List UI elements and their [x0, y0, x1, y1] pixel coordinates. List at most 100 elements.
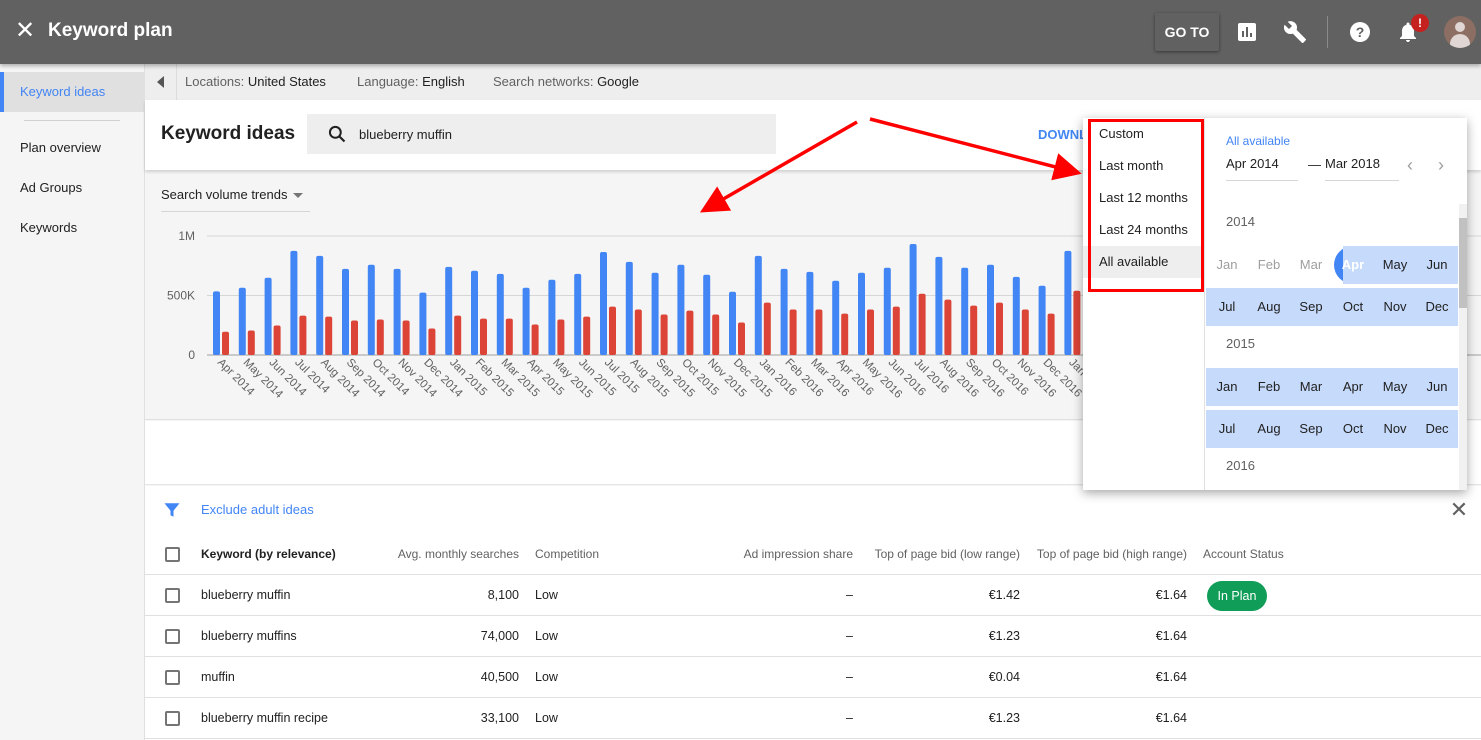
- start-month-input[interactable]: Apr 2014: [1226, 156, 1298, 181]
- column-header-competition[interactable]: Competition: [535, 547, 599, 561]
- month-cell[interactable]: May: [1374, 246, 1416, 284]
- select-all-checkbox[interactable]: [165, 547, 180, 562]
- month-grid-scrollbar[interactable]: [1459, 204, 1467, 490]
- table-header-row: Keyword (by relevance) Avg. monthly sear…: [145, 534, 1481, 575]
- bar-total-searches: [780, 268, 788, 355]
- column-header-account-status[interactable]: Account Status: [1203, 547, 1284, 561]
- bar-total-searches: [445, 266, 453, 355]
- clear-filters-close-icon[interactable]: ✕: [1449, 499, 1469, 521]
- month-cell[interactable]: Oct: [1332, 410, 1374, 448]
- collapse-sidebar-button[interactable]: [145, 64, 177, 100]
- bar-mobile-searches: [738, 322, 745, 355]
- column-header-avg-monthly-searches[interactable]: Avg. monthly searches: [375, 547, 519, 561]
- table-row[interactable]: blueberry muffins 74,000 Low – €1.23 €1.64: [145, 616, 1481, 657]
- bid-low-cell: €1.42: [988, 588, 1020, 602]
- month-cell[interactable]: Feb: [1248, 246, 1290, 284]
- y-tick-label: 500K: [167, 289, 195, 303]
- month-cell[interactable]: Jan: [1206, 368, 1248, 406]
- bar-total-searches: [264, 277, 272, 355]
- bar-total-searches: [471, 270, 478, 355]
- month-cell[interactable]: Sep: [1290, 288, 1332, 326]
- help-icon[interactable]: ?: [1348, 20, 1372, 44]
- keyword-cell: blueberry muffin: [201, 588, 291, 602]
- table-row[interactable]: muffin 40,500 Low – €0.04 €1.64: [145, 657, 1481, 698]
- scrollbar-thumb[interactable]: [1459, 218, 1467, 308]
- end-month-input[interactable]: Mar 2018: [1325, 156, 1399, 181]
- month-cell[interactable]: Jun: [1416, 368, 1458, 406]
- month-cell[interactable]: Sep: [1290, 410, 1332, 448]
- preset-all-available[interactable]: All available: [1083, 246, 1201, 278]
- keyword-search-input[interactable]: [359, 124, 759, 144]
- column-header-bid-low[interactable]: Top of page bid (low range): [860, 547, 1020, 561]
- preset-last-month[interactable]: Last month: [1083, 150, 1201, 182]
- wrench-icon[interactable]: [1283, 20, 1307, 44]
- month-cell[interactable]: Apr: [1332, 246, 1374, 284]
- language-filter[interactable]: Language: English: [357, 74, 465, 89]
- month-cell[interactable]: Jul: [1206, 288, 1248, 326]
- row-checkbox[interactable]: [165, 629, 180, 644]
- table-row[interactable]: blueberry muffin recipe 33,100 Low – €1.23 €1…: [145, 698, 1481, 739]
- locations-filter[interactable]: Locations: United States: [185, 74, 326, 89]
- table-row[interactable]: blueberry muffin 8,100 Low – €1.42 €1.64 In Pl…: [145, 575, 1481, 616]
- avg-searches-cell: 8,100: [487, 588, 519, 602]
- exclude-adult-ideas-filter[interactable]: Exclude adult ideas: [201, 502, 314, 517]
- range-label: All available: [1226, 134, 1291, 148]
- bar-mobile-searches: [1021, 309, 1029, 355]
- month-cell[interactable]: Nov: [1374, 410, 1416, 448]
- month-cell[interactable]: Jan: [1206, 246, 1248, 284]
- bar-total-searches: [935, 256, 943, 355]
- bar-mobile-searches: [1073, 290, 1081, 355]
- month-cell[interactable]: Mar: [1290, 246, 1332, 284]
- previous-chevron-icon[interactable]: ‹: [1401, 155, 1419, 175]
- competition-cell: Low: [535, 588, 558, 602]
- bar-mobile-searches: [402, 320, 410, 355]
- bar-mobile-searches: [660, 314, 668, 355]
- year-label: 2014: [1226, 214, 1255, 229]
- month-cell[interactable]: Oct: [1332, 288, 1374, 326]
- column-header-keyword[interactable]: Keyword (by relevance): [201, 547, 336, 561]
- month-cell[interactable]: Jun: [1416, 246, 1458, 284]
- top-app-bar: ✕ Keyword plan GO TO ? !: [0, 0, 1481, 64]
- keyword-search-box[interactable]: [307, 114, 776, 154]
- month-cell[interactable]: Feb: [1248, 368, 1290, 406]
- account-avatar[interactable]: [1444, 16, 1476, 48]
- avg-searches-cell: 74,000: [480, 629, 519, 643]
- month-cell[interactable]: Jul: [1206, 410, 1248, 448]
- bar-mobile-searches: [1047, 313, 1055, 355]
- row-checkbox[interactable]: [165, 711, 180, 726]
- bid-low-cell: €1.23: [988, 629, 1020, 643]
- bar-mobile-searches: [557, 319, 565, 355]
- month-cell[interactable]: Mar: [1290, 368, 1332, 406]
- bar-total-searches: [316, 255, 324, 355]
- bar-mobile-searches: [789, 309, 797, 355]
- preset-custom[interactable]: Custom: [1083, 118, 1201, 150]
- month-cell[interactable]: Nov: [1374, 288, 1416, 326]
- bar-total-searches: [729, 291, 736, 355]
- column-header-ad-impression-share[interactable]: Ad impression share: [705, 547, 853, 561]
- preset-last-12-months[interactable]: Last 12 months: [1083, 182, 1201, 214]
- month-cell[interactable]: May: [1374, 368, 1416, 406]
- close-icon[interactable]: ✕: [14, 19, 36, 43]
- sidebar-item-ad-groups[interactable]: Ad Groups: [0, 168, 145, 208]
- preset-last-24-months[interactable]: Last 24 months: [1083, 214, 1201, 246]
- sidebar-item-plan-overview[interactable]: Plan overview: [0, 128, 145, 168]
- bar-total-searches: [290, 250, 298, 355]
- month-cell[interactable]: Aug: [1248, 288, 1290, 326]
- month-cell[interactable]: Dec: [1416, 410, 1458, 448]
- row-checkbox[interactable]: [165, 670, 180, 685]
- go-to-button[interactable]: GO TO: [1155, 13, 1219, 51]
- keyword-cell: blueberry muffin recipe: [201, 711, 328, 725]
- filter-icon[interactable]: [163, 501, 181, 519]
- column-header-bid-high[interactable]: Top of page bid (high range): [1025, 547, 1187, 561]
- reports-icon[interactable]: [1235, 20, 1259, 44]
- month-cell[interactable]: Aug: [1248, 410, 1290, 448]
- bar-total-searches: [342, 268, 349, 355]
- search-networks-filter[interactable]: Search networks: Google: [493, 74, 639, 89]
- month-cell[interactable]: Apr: [1332, 368, 1374, 406]
- download-button[interactable]: DOWNL: [1038, 127, 1087, 142]
- next-chevron-icon[interactable]: ›: [1432, 155, 1450, 175]
- sidebar-item-keyword-ideas[interactable]: Keyword ideas: [0, 72, 145, 112]
- sidebar-item-keywords[interactable]: Keywords: [0, 208, 145, 248]
- row-checkbox[interactable]: [165, 588, 180, 603]
- month-cell[interactable]: Dec: [1416, 288, 1458, 326]
